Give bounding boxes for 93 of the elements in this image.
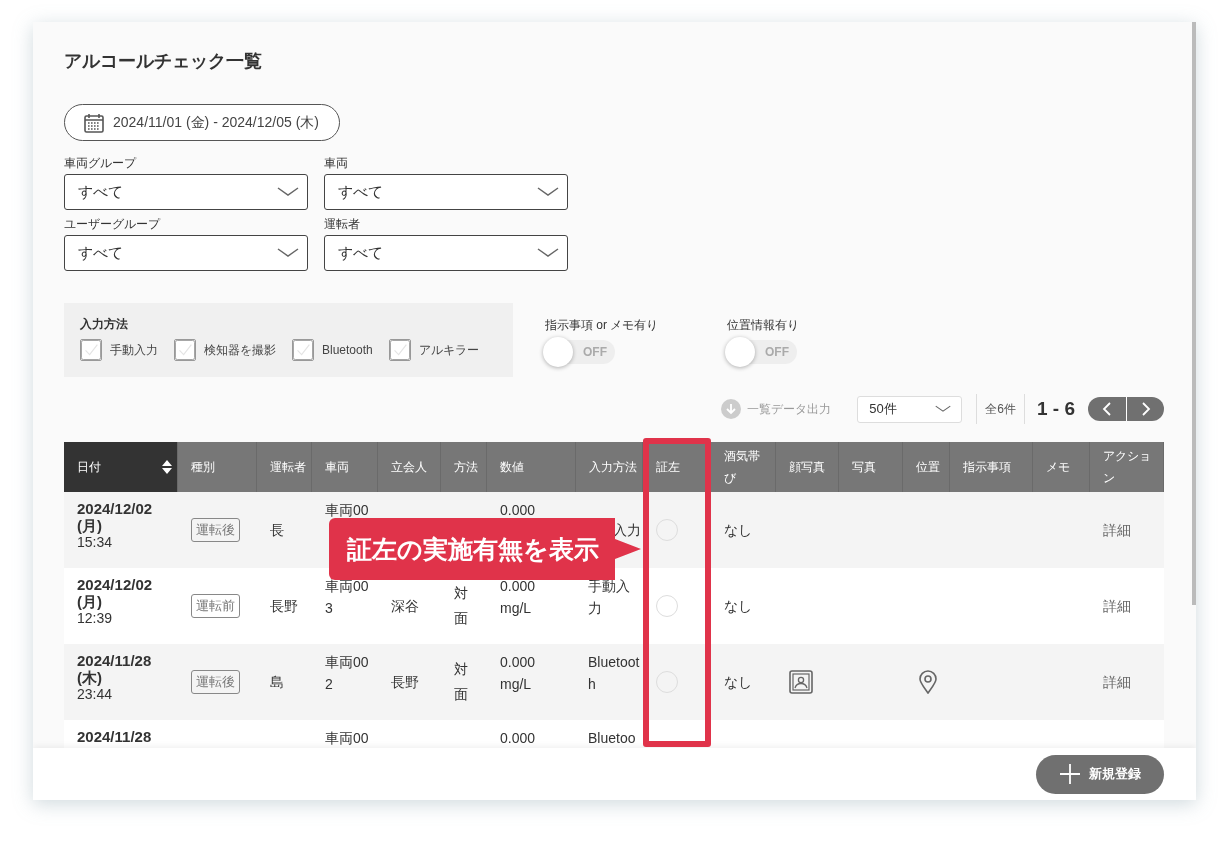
- detail-link[interactable]: 詳細: [1103, 593, 1131, 619]
- type-tag: 運転後: [191, 518, 240, 542]
- date-text: 2024/11/28: [77, 728, 152, 745]
- per-page-select[interactable]: 50件: [857, 395, 963, 423]
- cell-text: 車両003: [325, 577, 370, 618]
- column-header[interactable]: 位置: [903, 442, 950, 492]
- cell-text: 0.000: [500, 501, 536, 520]
- field-label: ユーザーグループ: [64, 216, 162, 232]
- checkbox[interactable]: [174, 339, 196, 361]
- toggle-label: 位置情報有り: [727, 317, 800, 334]
- cell-text: 長: [270, 520, 284, 540]
- create-button[interactable]: 新規登録: [1036, 754, 1164, 794]
- date-text: 2024/11/28: [77, 652, 152, 669]
- cell-text: なし: [724, 672, 752, 692]
- scrollbar[interactable]: [1192, 22, 1196, 605]
- checkbox-label: 手動入力: [110, 341, 158, 359]
- field-label: 車両: [324, 155, 349, 171]
- chevron-right-icon: [1140, 402, 1151, 416]
- cell-text: Bluetoo: [588, 729, 636, 748]
- cell-text: 対面: [454, 660, 469, 704]
- sort-icon: [161, 459, 173, 475]
- cell-text: 対面: [454, 584, 469, 628]
- cell-text: 0.000 mg/L: [500, 653, 537, 694]
- cell-text: 車両00: [325, 729, 369, 748]
- time-text: 12:39: [77, 610, 113, 627]
- weekday-text: (月): [77, 517, 102, 534]
- cell-text: 手動入力: [588, 577, 631, 618]
- date-text: 2024/12/02: [77, 576, 153, 593]
- chevron-down-icon: [537, 248, 559, 258]
- portrait-photo-icon[interactable]: [789, 670, 813, 694]
- type-tag: 運転後: [191, 670, 240, 694]
- chevron-down-icon: [935, 404, 952, 414]
- column-header[interactable]: 指示事項: [950, 442, 1033, 492]
- total-count: 全6件: [984, 400, 1017, 418]
- column-header[interactable]: 酒気帯び: [711, 442, 776, 492]
- chevron-down-icon: [537, 187, 559, 197]
- date-range-button[interactable]: 2024/11/01 (金) - 2024/12/05 (木): [64, 104, 340, 141]
- cell-text: 長野: [270, 596, 298, 616]
- column-header[interactable]: メモ: [1033, 442, 1090, 492]
- column-header[interactable]: 方法: [441, 442, 487, 492]
- weekday-text: (木): [77, 669, 102, 686]
- cell-text: なし: [724, 520, 752, 540]
- time-text: 23:44: [77, 686, 113, 703]
- calendar-icon: [83, 111, 105, 134]
- panel-title: 入力方法: [80, 316, 129, 333]
- detail-link[interactable]: 詳細: [1103, 517, 1131, 543]
- column-header[interactable]: 入力方法: [576, 442, 643, 492]
- weekday-text: (月): [77, 593, 102, 610]
- cell-text: 長野: [391, 672, 419, 692]
- column-header[interactable]: 種別: [178, 442, 257, 492]
- chevron-left-icon: [1102, 402, 1112, 416]
- checkbox[interactable]: [80, 339, 102, 361]
- select-field[interactable]: すべて: [324, 174, 568, 210]
- time-text: 15:34: [77, 534, 113, 551]
- cell-text: Bluetooth: [588, 653, 641, 694]
- cell-text: なし: [724, 596, 752, 616]
- date-text: 2024/12/02: [77, 500, 153, 517]
- page-range: 1 - 6: [1035, 398, 1076, 420]
- cell-text: 0.000: [500, 729, 536, 748]
- select-field[interactable]: すべて: [324, 235, 568, 271]
- column-header[interactable]: 顔写真: [776, 442, 839, 492]
- detail-link[interactable]: 詳細: [1103, 669, 1131, 695]
- type-tag: 運転前: [191, 594, 240, 618]
- column-header[interactable]: アクション: [1090, 442, 1164, 492]
- chevron-down-icon: [277, 248, 299, 258]
- column-header[interactable]: 日付: [64, 442, 178, 492]
- toggle-label: 指示事項 or メモ有り: [545, 317, 660, 334]
- cell-text: 車両00: [325, 501, 369, 520]
- previous-page-button[interactable]: [1088, 397, 1126, 421]
- column-header[interactable]: 写真: [839, 442, 903, 492]
- select-field[interactable]: すべて: [64, 174, 308, 210]
- field-label: 運転者: [324, 216, 361, 232]
- checkbox[interactable]: [388, 339, 411, 361]
- plus-icon: [1059, 763, 1081, 785]
- location-pin-icon[interactable]: [916, 670, 940, 694]
- checkbox-label: Bluetooth: [322, 343, 373, 357]
- column-header[interactable]: 数値: [487, 442, 576, 492]
- cell-text: 車両002: [325, 653, 370, 694]
- column-header[interactable]: 車両: [312, 442, 378, 492]
- checkbox-label: 検知器を撮影: [204, 341, 276, 359]
- page-title: アルコールチェック一覧: [64, 50, 263, 73]
- checkbox[interactable]: [292, 339, 314, 361]
- next-page-button[interactable]: [1126, 397, 1164, 421]
- download-icon: [721, 399, 742, 419]
- column-header[interactable]: 運転者: [257, 442, 312, 492]
- chevron-down-icon: [277, 187, 299, 197]
- column-header[interactable]: 立会人: [378, 442, 441, 492]
- select-field[interactable]: すべて: [64, 235, 308, 271]
- field-label: 車両グループ: [64, 155, 138, 171]
- cell-text: 0.000 mg/L: [500, 577, 537, 618]
- cell-text: 島: [270, 672, 284, 692]
- cell-text: 深谷: [391, 596, 419, 616]
- checkbox-label: アルキラー: [418, 341, 479, 359]
